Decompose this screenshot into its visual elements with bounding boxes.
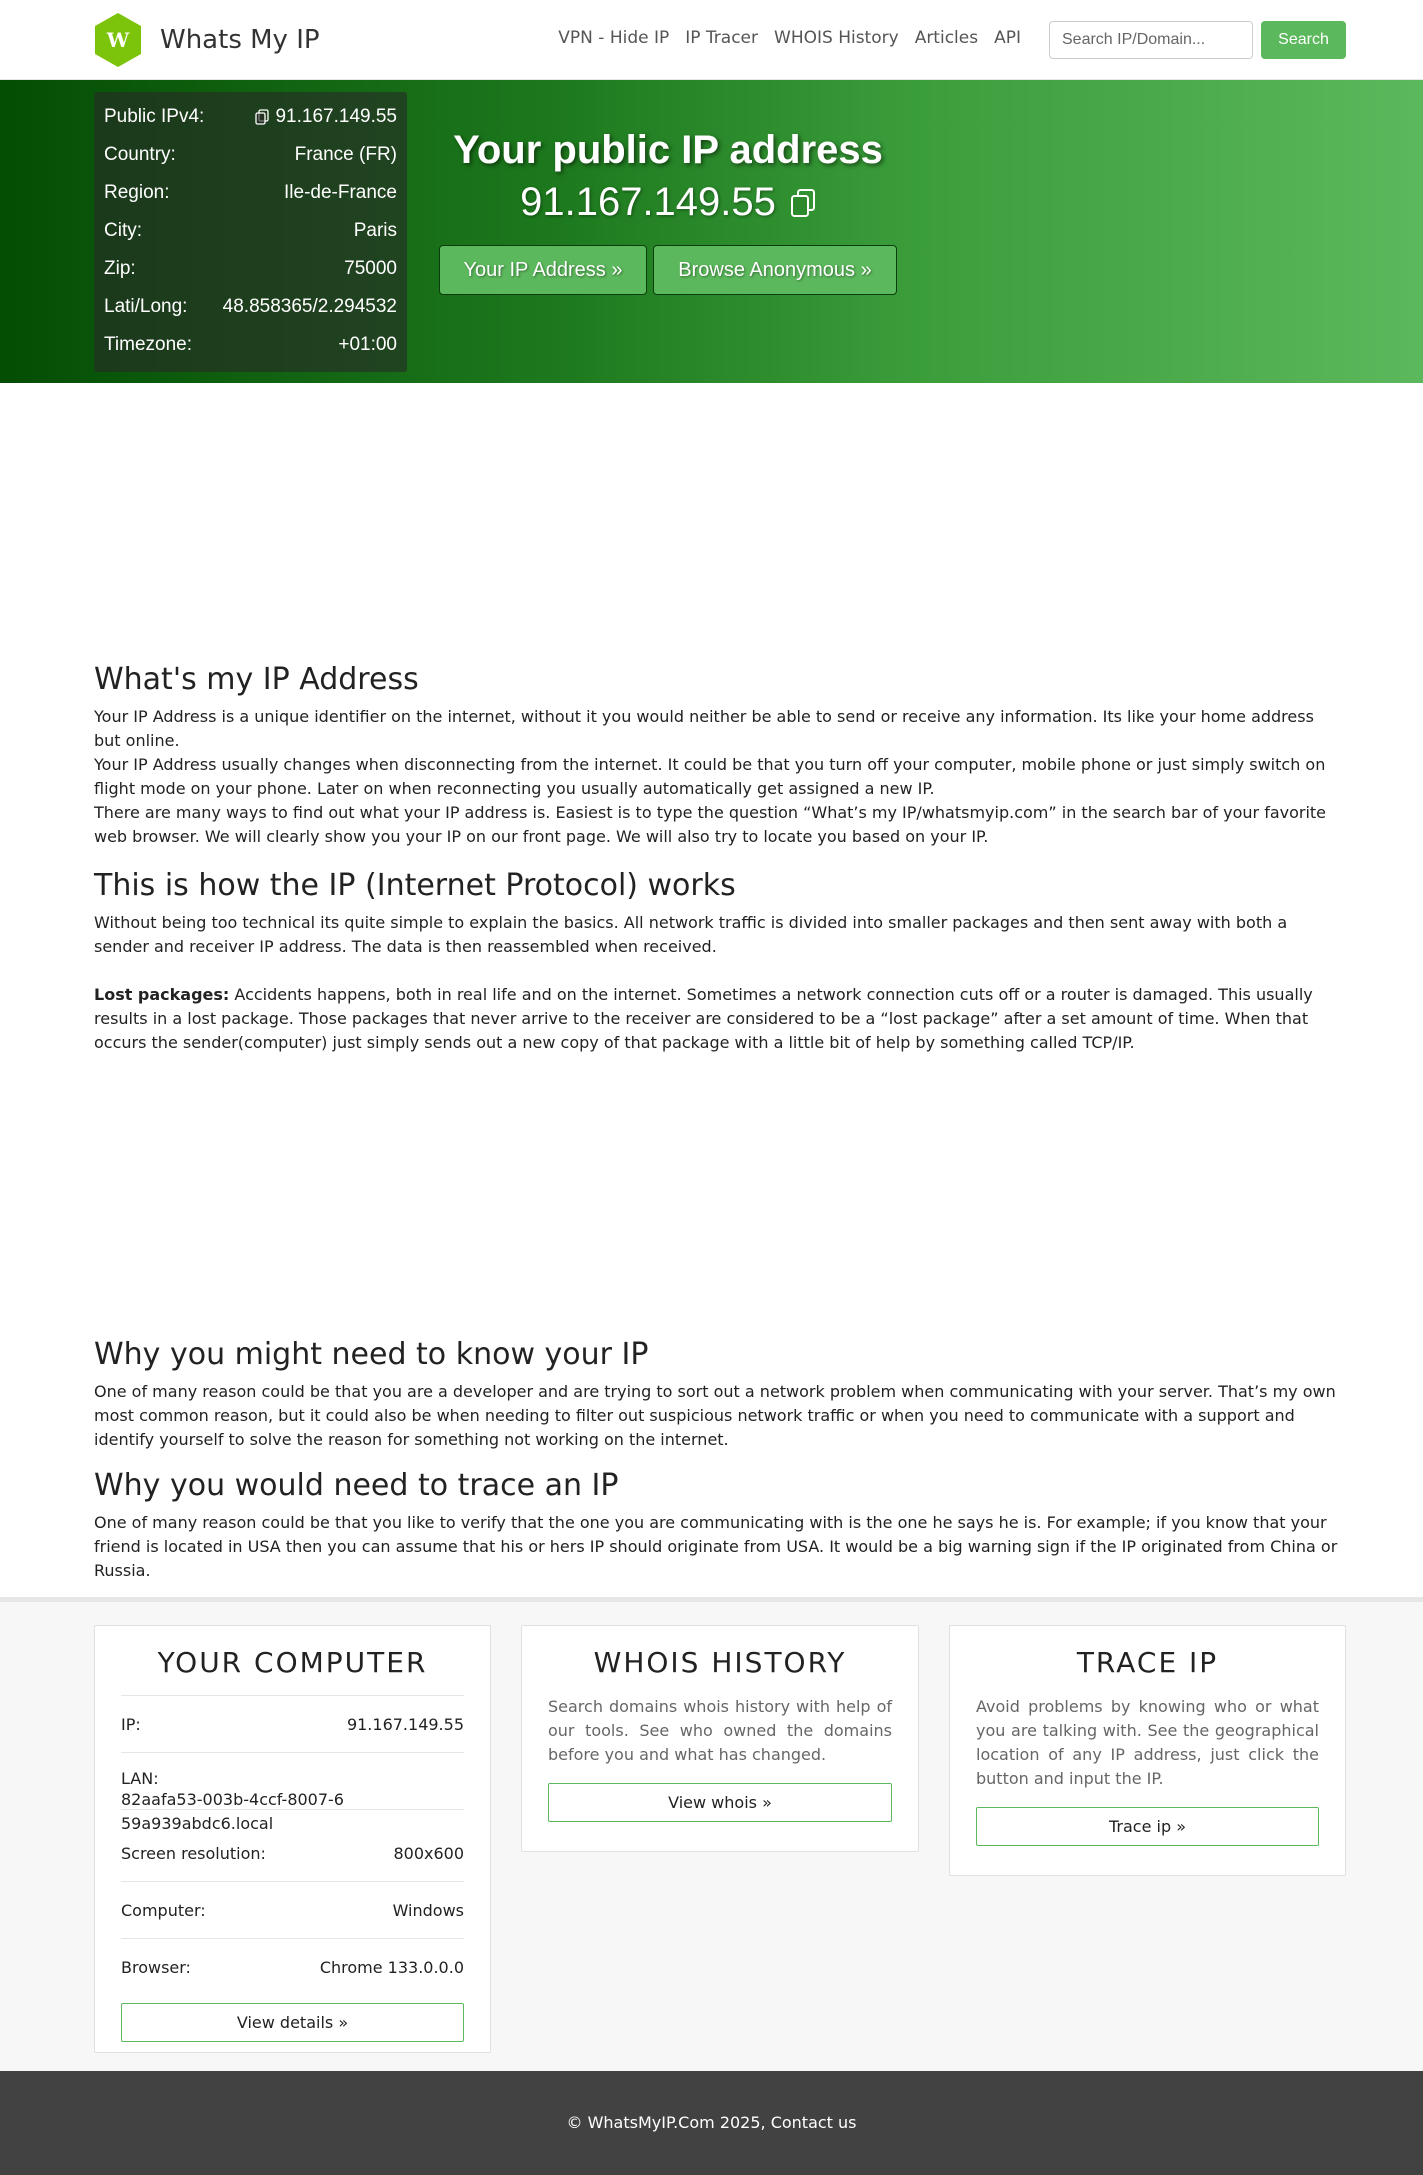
nav-link-vpn[interactable]: VPN - Hide IP [558, 28, 669, 48]
info-row-timezone: Timezone: +01:00 [104, 326, 397, 364]
your-computer-card: YOUR COMPUTER IP: 91.167.149.55 LAN: 82a… [94, 1625, 491, 2053]
nav-link-whois-history[interactable]: WHOIS History [774, 28, 899, 48]
nav-link-api[interactable]: API [994, 28, 1021, 48]
card-title: YOUR COMPUTER [157, 1646, 428, 1679]
navbar: W Whats My IP VPN - Hide IP IP Tracer WH… [0, 0, 1423, 80]
section-paragraph: Your IP Address usually changes when dis… [94, 755, 1326, 798]
hero-title: Your public IP address [453, 128, 883, 172]
info-label: Public IPv4: [104, 106, 205, 127]
computer-row-lan: LAN: 82aafa53-003b-4ccf-8007-659a939abdc… [121, 1752, 464, 1833]
section-title: This is how the IP (Internet Protocol) w… [94, 868, 736, 903]
your-ip-address-button[interactable]: Your IP Address » [439, 245, 647, 295]
row-label: Computer: [121, 1900, 206, 1920]
info-label: Zip: [104, 258, 136, 279]
card-text: Avoid problems by knowing who or what yo… [976, 1697, 1319, 1788]
lost-packages-label: Lost packages: [94, 985, 230, 1004]
info-value: 75000 [344, 258, 397, 279]
section-title: Why you might need to know your IP [94, 1337, 649, 1372]
hero-banner: Public IPv4: 91.167.149.55 Country: Fran… [0, 80, 1423, 383]
section-why-trace-ip: Why you would need to trace an IP One of… [94, 1468, 1344, 1583]
section-why-know-ip: Why you might need to know your IP One o… [94, 1337, 1344, 1452]
info-row-city: City: Paris [104, 212, 397, 250]
cards-area: YOUR COMPUTER IP: 91.167.149.55 LAN: 82a… [0, 1597, 1423, 2071]
section-whats-my-ip: What's my IP Address Your IP Address is … [94, 662, 1344, 849]
section-paragraph: Without being too technical its quite si… [94, 913, 1288, 956]
section-paragraph: One of many reason could be that you are… [94, 1382, 1336, 1449]
info-value: +01:00 [338, 334, 397, 355]
info-row-country: Country: France (FR) [104, 136, 397, 174]
view-details-button[interactable]: View details » [121, 2003, 464, 2042]
info-label: Country: [104, 144, 176, 165]
section-title: What's my IP Address [94, 662, 419, 697]
info-value: Ile-de-France [284, 182, 397, 203]
computer-row-browser: Browser: Chrome 133.0.0.0 [121, 1938, 464, 1995]
row-label: Screen resolution: [121, 1844, 266, 1863]
info-label: City: [104, 220, 142, 241]
row-value: 91.167.149.55 [346, 1714, 464, 1734]
row-value: Windows [392, 1900, 464, 1920]
info-row-ipv4: Public IPv4: 91.167.149.55 [104, 98, 397, 136]
search-input[interactable] [1049, 21, 1253, 59]
footer: © WhatsMyIP.Com 2025, Contact us [0, 2071, 1423, 2175]
nav-link-articles[interactable]: Articles [915, 28, 978, 48]
section-how-ip-works: This is how the IP (Internet Protocol) w… [94, 868, 1344, 1055]
info-row-region: Region: Ile-de-France [104, 174, 397, 212]
computer-row-computer: Computer: Windows [121, 1881, 464, 1938]
info-label: Lati/Long: [104, 296, 188, 317]
brand-link[interactable]: W Whats My IP [94, 12, 320, 68]
section-title: Why you would need to trace an IP [94, 1468, 619, 1503]
info-value: 91.167.149.55 [275, 106, 397, 127]
row-label: Browser: [121, 1957, 191, 1977]
logo-letter: W [106, 28, 130, 52]
card-title: WHOIS HISTORY [593, 1646, 847, 1679]
view-whois-button[interactable]: View whois » [548, 1783, 892, 1822]
hexagon-logo-icon: W [95, 13, 141, 67]
row-label: IP: [121, 1714, 141, 1734]
ip-info-panel: Public IPv4: 91.167.149.55 Country: Fran… [94, 92, 407, 372]
trace-ip-card: TRACE IP Avoid problems by knowing who o… [949, 1625, 1346, 1876]
row-value: 800x600 [393, 1844, 464, 1863]
nav-link-ip-tracer[interactable]: IP Tracer [685, 28, 758, 48]
brand-name: Whats My IP [160, 25, 320, 55]
card-title: TRACE IP [1076, 1646, 1219, 1679]
browse-anonymous-button[interactable]: Browse Anonymous » [653, 245, 897, 295]
footer-text[interactable]: © WhatsMyIP.Com 2025, Contact us [566, 2113, 856, 2132]
info-label: Region: [104, 182, 170, 203]
card-text: Search domains whois history with help o… [548, 1697, 892, 1764]
copy-icon[interactable] [790, 188, 816, 218]
search-button[interactable]: Search [1261, 21, 1346, 59]
trace-ip-button[interactable]: Trace ip » [976, 1807, 1319, 1846]
copy-icon[interactable] [255, 109, 270, 125]
hero-ip: 91.167.149.55 [440, 180, 896, 225]
hero-ip-value: 91.167.149.55 [520, 180, 776, 224]
section-paragraph: One of many reason could be that you lik… [94, 1513, 1338, 1580]
info-row-latlong: Lati/Long: 48.858365/2.294532 [104, 288, 397, 326]
info-value: Paris [353, 220, 397, 241]
nav-links: VPN - Hide IP IP Tracer WHOIS History Ar… [558, 28, 1021, 48]
section-paragraph: There are many ways to find out what you… [94, 803, 1327, 846]
computer-row-ip: IP: 91.167.149.55 [121, 1695, 464, 1752]
whois-history-card: WHOIS HISTORY Search domains whois histo… [521, 1625, 919, 1852]
info-label: Timezone: [104, 334, 192, 355]
info-row-zip: Zip: 75000 [104, 250, 397, 288]
info-value: 48.858365/2.294532 [222, 296, 397, 317]
row-value: Chrome 133.0.0.0 [319, 1957, 464, 1977]
section-paragraph: Your IP Address is a unique identifier o… [94, 707, 1314, 750]
lost-packages-text: Accidents happens, both in real life and… [94, 985, 1313, 1052]
row-label: LAN: [121, 1769, 159, 1788]
section-paragraph-lost-packages: Lost packages: Accidents happens, both i… [94, 983, 1344, 1055]
info-value: France (FR) [294, 144, 397, 165]
